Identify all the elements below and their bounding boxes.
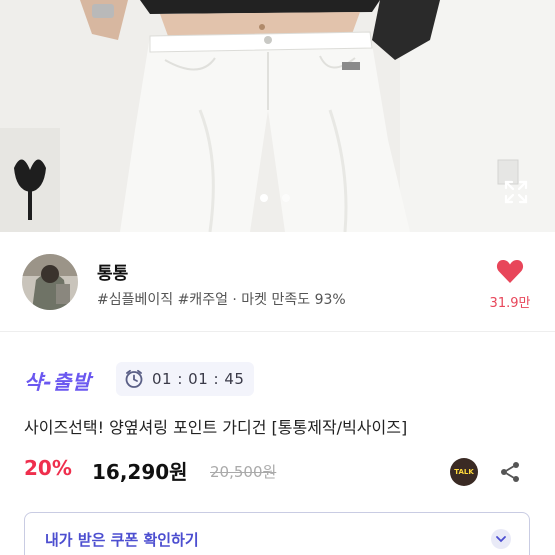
chevron-down-icon <box>491 529 511 549</box>
shop-name[interactable]: 통통 <box>97 259 128 284</box>
promo-row: 샥-출발 01 : 01 : 45 <box>0 358 555 402</box>
gallery-pagination <box>0 194 555 204</box>
share-icon[interactable] <box>498 460 522 484</box>
original-price: 20,500원 <box>210 463 277 481</box>
product-title: 사이즈선택! 양옆셔링 포인트 가디건 [통통제작/빅사이즈] <box>24 418 408 437</box>
discount-rate: 20% <box>24 456 72 480</box>
coupon-label: 내가 받은 쿠폰 확인하기 <box>45 531 199 549</box>
product-image[interactable] <box>0 0 555 232</box>
gallery-dot[interactable] <box>282 194 290 202</box>
shop-tags: #심플베이직 #캐주얼 · 마켓 만족도 93% <box>97 292 346 308</box>
like-button[interactable]: 31.9만 <box>488 258 532 318</box>
price-row: 20% 16,290원 20,500원 TALK <box>24 452 539 488</box>
shop-avatar[interactable] <box>22 254 78 310</box>
sale-price: 16,290원 <box>92 460 188 484</box>
shop-info: 통통 #심플베이직 #캐주얼 · 마켓 만족도 93% 31.9만 <box>0 232 555 332</box>
talk-icon[interactable]: TALK <box>450 458 478 486</box>
expand-icon[interactable] <box>500 176 532 208</box>
countdown-timer: 01 : 01 : 45 <box>116 362 255 396</box>
heart-icon <box>496 260 524 283</box>
gallery-dot-active[interactable] <box>260 194 268 202</box>
express-badge: 샥-출발 <box>24 370 92 394</box>
countdown-value: 01 : 01 : 45 <box>152 370 245 388</box>
clock-icon <box>125 369 143 388</box>
like-count: 31.9만 <box>489 296 531 311</box>
coupon-button[interactable]: 내가 받은 쿠폰 확인하기 <box>24 512 530 555</box>
